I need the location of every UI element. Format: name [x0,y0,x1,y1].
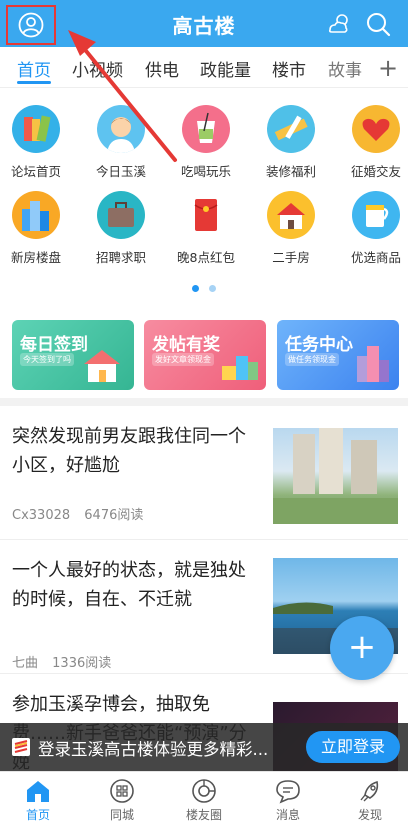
nav-friends-circle[interactable]: 楼友圈 [164,778,244,823]
feed-reads: 1336阅读 [52,656,112,671]
carousel-pagination [0,277,408,296]
nav-messages[interactable]: 消息 [248,778,328,823]
buildings-icon [12,191,60,239]
blocks-illustration-icon [222,356,258,380]
house-icon [267,191,315,239]
grid-item-today-yuxi[interactable]: 今日玉溪 [81,105,161,180]
grid-item-red-envelope[interactable]: 晚8点红包 [166,191,246,266]
login-button[interactable]: 立即登录 [306,731,400,763]
message-icon [276,780,300,804]
grid-item-dating[interactable]: 征婚交友 [336,105,408,180]
app-logo-icon [12,738,30,756]
cup-icon [352,191,400,239]
ruler-icon [267,105,315,153]
task-center-card[interactable]: 任务中心 做任务领现金 [277,320,399,390]
city-illustration-icon [357,346,389,382]
channel-tabs: 首页 小视频 供电 政能量 楼市 故事 + [0,47,408,88]
login-prompt-text: 登录玉溪高古楼体验更多精彩... [38,740,269,759]
grid-item-selected-goods[interactable]: 优选商品 [336,191,408,266]
home-icon [27,781,49,802]
pagination-dot[interactable] [209,285,216,292]
active-tab-indicator [17,81,51,84]
create-post-button[interactable]: + [330,616,394,680]
weather-icon[interactable] [326,11,352,37]
nav-local[interactable]: 同城 [82,778,162,823]
heart-icon [352,105,400,153]
checkin-card[interactable]: 每日签到 今天签到了吗 [12,320,134,390]
tab-stories[interactable]: 故事 [328,56,362,81]
post-reward-card[interactable]: 发帖有奖 发好文章领现金 [144,320,266,390]
tab-politics[interactable]: 政能量 [200,56,251,81]
red-envelope-icon [182,191,230,239]
feed-reads: 6476阅读 [84,508,144,523]
feed-author: Cx33028 [12,508,71,523]
nav-home[interactable]: 首页 [0,778,78,823]
feed-item[interactable]: 突然发现前男友跟我住同一个小区，好尴尬 Cx33028 6476阅读 [0,406,408,540]
feed-thumbnail [273,428,398,524]
feed-title: 突然发现前男友跟我住同一个小区，好尴尬 [12,426,246,476]
rocket-icon [360,780,379,802]
login-banner: 登录玉溪高古楼体验更多精彩... 立即登录 [0,723,408,771]
tab-property[interactable]: 楼市 [272,56,306,81]
section-divider [0,398,408,406]
grid-item-food-fun[interactable]: 吃喝玩乐 [166,105,246,180]
grid-item-jobs[interactable]: 招聘求职 [81,191,161,266]
building-image-icon [273,428,398,524]
grid-icon [110,779,134,803]
pagination-dot-active[interactable] [192,285,199,292]
person-icon [97,105,145,153]
bottom-navigation: 首页 同城 楼友圈 消息 发现 [0,771,408,831]
nav-discover[interactable]: 发现 [330,778,408,823]
add-channel-button[interactable]: + [378,54,398,82]
feed-meta: 七曲 1336阅读 [12,652,121,671]
tab-power-supply[interactable]: 供电 [145,56,179,81]
app-header: 高古楼 [0,0,408,47]
feed-title: 一个人最好的状态，就是独处的时候，自在、不迁就 [12,560,246,610]
feed-meta: Cx33028 6476阅读 [12,504,153,523]
briefcase-icon [97,191,145,239]
books-icon [12,105,60,153]
grid-item-second-hand-house[interactable]: 二手房 [251,191,331,266]
circle-icon [192,779,216,803]
grid-item-decoration[interactable]: 装修福利 [251,105,331,180]
tab-short-video[interactable]: 小视频 [72,56,123,81]
feed-author: 七曲 [12,656,39,671]
grid-item-forum[interactable]: 论坛首页 [0,105,76,180]
house-illustration-icon [84,350,120,382]
tab-home[interactable]: 首页 [17,56,51,81]
search-icon[interactable] [365,11,391,37]
grid-item-new-homes[interactable]: 新房楼盘 [0,191,76,266]
drink-icon [182,105,230,153]
